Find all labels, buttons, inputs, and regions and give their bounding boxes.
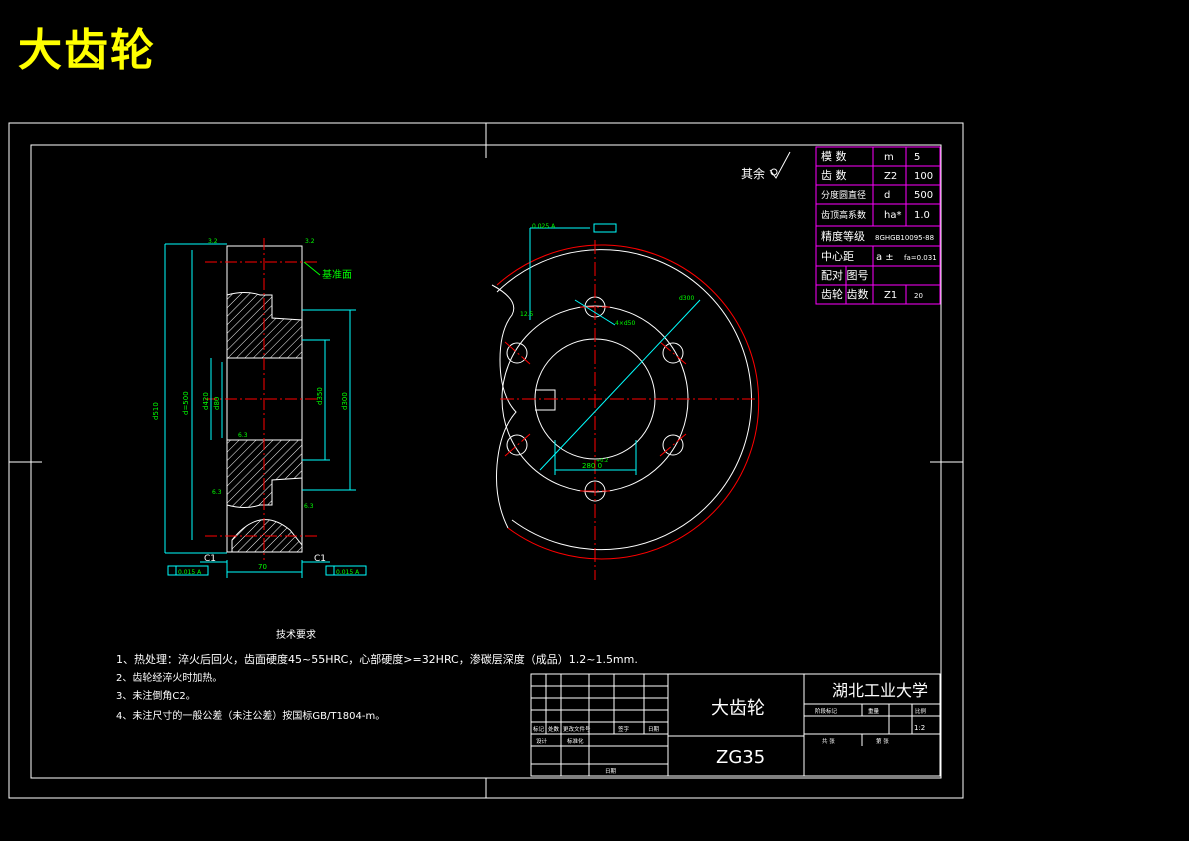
dim-d6: d350 xyxy=(316,387,324,405)
pcd-dim: d300 xyxy=(679,295,694,302)
gear-parameter-table: 模 数 m 5 齿 数 Z2 100 分度圆直径 d 500 齿顶高系数 ha* 1.0 精度等级 8GH… xyxy=(815,146,941,305)
param-val-7: 20 xyxy=(914,292,923,300)
ra-mark-5: 6.3 xyxy=(304,503,314,510)
param-sym-5: a ± xyxy=(876,252,894,263)
tech-req-3: 3、未注倒角C2。 xyxy=(116,689,196,702)
fcf-left-text: 0.015 A xyxy=(178,569,202,576)
hole-dim: 4×d50 xyxy=(615,320,635,327)
param-val-5: fa=0.031 xyxy=(904,254,937,262)
dim-d2: d=500 xyxy=(182,391,190,415)
param-sym-0: m xyxy=(884,152,894,163)
tb-weight: 重量 xyxy=(868,707,880,715)
ra-mark-6: 12.5 xyxy=(520,311,534,318)
school-name: 湖北工业大学 xyxy=(832,681,928,700)
chamfer-left: C1 xyxy=(204,554,216,564)
param-name-4: 精度等级 xyxy=(821,229,865,243)
tech-req-1: 1、热处理：淬火后回火，齿面硬度45~55HRC，心部硬度>=32HRC，渗碳层… xyxy=(116,652,638,666)
tech-req-4: 4、未注尺寸的一般公差（未注公差）按国标GB/T1804-m。 xyxy=(116,709,385,722)
datum-face-label: 基准面 xyxy=(322,268,352,281)
material: ZG35 xyxy=(716,747,765,768)
roughness-symbol-icon xyxy=(769,151,791,179)
param-name-0: 模 数 xyxy=(821,150,847,163)
tb-design: 设计 xyxy=(536,737,548,745)
chamfer-right: C1 xyxy=(314,554,326,564)
param-val-0: 5 xyxy=(914,152,920,163)
tb-approve: 日期 xyxy=(605,768,617,775)
param-name-2: 分度圆直径 xyxy=(821,189,866,201)
surface-finish-note: 其余 xyxy=(741,151,791,181)
param-sym-2: d xyxy=(884,190,890,201)
tb-std: 标准化 xyxy=(567,737,584,745)
param-val-2: 500 xyxy=(914,190,933,201)
section-view: d510 d=500 d420 d80 d300 d350 70 C1 C1 基… xyxy=(152,238,367,578)
tech-requirements: 技术要求 1、热处理：淬火后回火，齿面硬度45~55HRC，心部硬度>=32HR… xyxy=(116,628,638,722)
param-sym-3: ha* xyxy=(884,210,901,221)
param-sym-7: Z1 xyxy=(884,290,897,301)
tb-ratio: 比例 xyxy=(915,707,927,715)
tb-change: 更改文件号 xyxy=(563,725,591,733)
tech-req-heading: 技术要求 xyxy=(276,628,316,641)
param-val-3: 1.0 xyxy=(914,210,930,221)
tb-sheet-no: 第 张 xyxy=(876,737,889,745)
tb-sheet-total: 共 张 xyxy=(822,737,835,745)
scale-value: 1:2 xyxy=(914,724,925,732)
front-view xyxy=(491,223,760,580)
keyway-tol: +0.2 xyxy=(596,458,608,464)
tb-stage: 阶段标记 xyxy=(815,707,838,715)
param-name-7: 齿轮 齿数 xyxy=(821,287,869,301)
dim-d5: d300 xyxy=(341,392,349,410)
dim-d4: d80 xyxy=(213,397,221,410)
drawing-canvas: 其余 模 数 m 5 齿 数 Z2 100 分度圆直径 d 500 齿顶高系数 ha* 1.0 精度等级… xyxy=(8,122,964,799)
tb-count: 处数 xyxy=(548,725,560,733)
param-name-1: 齿 数 xyxy=(821,169,847,182)
param-name-3: 齿顶高系数 xyxy=(821,209,866,221)
param-val-1: 100 xyxy=(914,171,933,182)
fcf-top-text: 0.025 A xyxy=(532,223,556,230)
tb-date: 日期 xyxy=(648,726,660,733)
dim-d3: d420 xyxy=(202,392,210,410)
param-val-4: 8GHGB10095-88 xyxy=(875,234,934,242)
dim-d1: d510 xyxy=(152,402,160,420)
other-surfaces-label: 其余 xyxy=(741,166,765,181)
ra-mark-2: 3.2 xyxy=(305,238,315,245)
param-name-5: 中心距 xyxy=(821,250,854,263)
part-name: 大齿轮 xyxy=(711,698,765,719)
tb-mark: 标记 xyxy=(533,725,545,733)
tb-sign: 签字 xyxy=(618,725,630,733)
fcf-right-text: 0.015 A xyxy=(336,569,360,576)
ra-mark-4: 6.3 xyxy=(212,489,222,496)
tech-req-2: 2、齿轮经淬火时加热。 xyxy=(116,671,222,684)
ra-mark-1: 3.2 xyxy=(208,238,218,245)
ra-mark-3: 6.3 xyxy=(238,432,248,439)
param-sym-1: Z2 xyxy=(884,171,897,182)
dim-hub-width: 70 xyxy=(258,563,267,571)
param-name-6: 配对 图号 xyxy=(821,268,869,282)
